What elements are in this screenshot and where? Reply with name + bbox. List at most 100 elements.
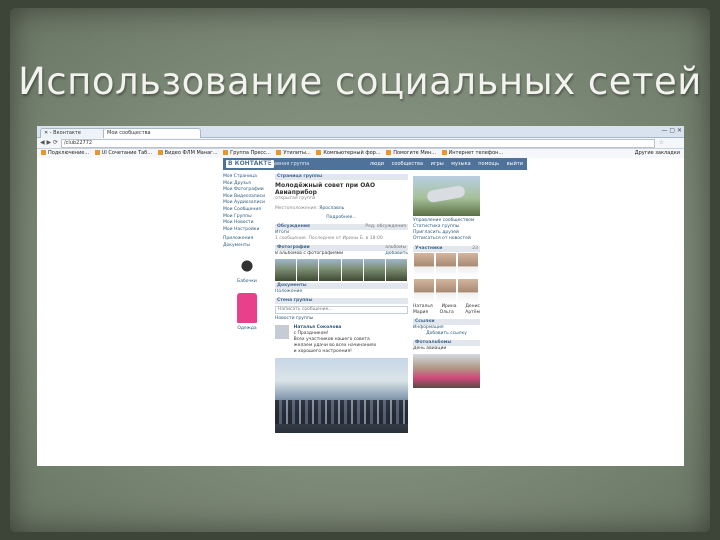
wall-header[interactable]: Стена группы (275, 298, 408, 304)
bookmark-item[interactable]: Помогите Мин... (386, 149, 436, 158)
left-nav-item[interactable]: Документы (223, 243, 271, 250)
right-link[interactable]: Отписаться от новостей (413, 236, 480, 242)
member-thumb[interactable] (414, 279, 434, 303)
photos-meta: 8 альбомов с фотографиями Добавить (275, 251, 408, 257)
group-title: Молодёжный совет при ОАО Авиаприбор (275, 182, 376, 196)
vk-menu-item[interactable]: помощь (478, 161, 499, 167)
location-label: Местоположение: (275, 206, 318, 211)
location-value[interactable]: Ярославль (319, 206, 344, 211)
photo-thumb[interactable] (319, 259, 341, 281)
bookmark-item[interactable]: Группа Пресс... (223, 149, 271, 158)
adv-block-2[interactable]: Одежда (223, 293, 271, 333)
left-nav-item[interactable]: Мои Фотографии (223, 187, 271, 194)
bookmark-icon (276, 150, 282, 155)
photo-thumb[interactable] (363, 259, 385, 281)
bookmark-item[interactable]: Видео ФЛМ Манаг... (157, 149, 218, 158)
group-subtitle: открытая группа (275, 196, 316, 201)
left-nav-item[interactable]: Моя Страница (223, 174, 271, 181)
discussions-header[interactable]: Обсуждения Ред. обсуждения (275, 224, 408, 230)
vk-left-nav: Моя Страница Мои Друзья Мои Фотографии М… (223, 174, 271, 333)
group-location: Местоположение: Ярославль (275, 206, 408, 212)
more-info-link[interactable]: Подробнее... (275, 215, 408, 221)
bookmark-item[interactable]: Ul Сочетание Таб... (94, 149, 152, 158)
vk-menu-item[interactable]: выйти (507, 161, 523, 167)
discussions-edit-link[interactable]: Ред. обсуждения (365, 224, 406, 230)
star-icon[interactable]: ☆ (659, 139, 664, 146)
photo-thumb[interactable] (341, 259, 363, 281)
member-thumb[interactable] (436, 253, 456, 277)
vk-menu-item[interactable]: сообщества (392, 161, 423, 167)
member-thumb[interactable] (458, 253, 478, 277)
left-nav-item[interactable]: Мои Аудиозаписи (223, 200, 271, 207)
adv-block-1[interactable]: Бабочки (223, 255, 271, 286)
vk-header: В КОНТАКТЕ « Главная группа люди сообщес… (37, 158, 684, 170)
bookmark-item[interactable]: Компьютерный фор... (316, 149, 381, 158)
member-thumb[interactable] (458, 279, 478, 303)
bookmark-icon (441, 150, 447, 155)
tab-label: ✕ - Вконтакте (44, 130, 81, 136)
albums-link[interactable]: альбомы (385, 245, 406, 251)
members-count: 23 (472, 246, 478, 251)
document-item[interactable]: Положение (275, 289, 408, 295)
vk-main-column: Страница группы Молодёжный совет при ОАО… (275, 174, 408, 433)
discussion-meta: 1 сообщение. Последнее от Ирины Б. в 18:… (275, 236, 383, 241)
photo-thumb[interactable] (385, 259, 408, 281)
vk-menu-item[interactable]: люди (370, 161, 384, 167)
members-header[interactable]: Участники 23 (413, 246, 480, 252)
members-grid (413, 252, 480, 304)
photo-thumb[interactable] (275, 259, 297, 281)
other-bookmarks[interactable]: Другие закладки (635, 149, 680, 158)
window-controls[interactable]: — ▢ ✕ (661, 127, 682, 134)
album-cover[interactable] (413, 354, 480, 388)
wall-post: Наталья Соколова с Праздником! Всех учас… (275, 325, 408, 433)
group-photo-people (275, 400, 408, 424)
left-nav-item[interactable]: Мои Настройки (223, 227, 271, 234)
bookmark-icon (316, 150, 322, 155)
bookmark-icon (41, 150, 46, 155)
links-item[interactable]: Добавить ссылку (413, 331, 480, 337)
tab-label: Мои сообщества (107, 130, 151, 136)
bookmark-icon (223, 150, 229, 155)
bookmark-item[interactable]: Утилиты... (276, 149, 311, 158)
member-name[interactable]: Мария (413, 310, 428, 316)
photo-thumb[interactable] (297, 259, 319, 281)
airplane-image (426, 184, 466, 204)
group-avatar[interactable] (413, 176, 480, 216)
nav-buttons[interactable]: ◀ ▶ ⟳ (40, 139, 58, 146)
vk-menu-item[interactable]: игры (431, 161, 444, 167)
vk-menu-item[interactable]: музыка (451, 161, 470, 167)
avatar[interactable] (275, 325, 289, 339)
tab-my-groups[interactable]: Мои сообщества (103, 128, 201, 138)
member-name[interactable]: Артём (465, 310, 480, 316)
vk-right-column: Управление сообществом Статистика группы… (413, 174, 480, 388)
member-thumb[interactable] (436, 279, 456, 303)
documents-header[interactable]: Документы (275, 283, 408, 289)
member-thumb[interactable] (414, 253, 434, 277)
address-bar: ◀ ▶ ⟳ /club22772 ☆ (37, 138, 684, 149)
adv-caption: Одежда (237, 326, 257, 332)
left-nav-item[interactable]: Мои Сообщения (223, 207, 271, 214)
post-photo[interactable] (275, 358, 408, 433)
left-nav-item[interactable]: Мои Новости (223, 220, 271, 227)
vk-home-link[interactable]: « Главная группа (263, 158, 309, 170)
photo-strip (275, 259, 408, 281)
member-names: Мария Ольга Артём (413, 310, 480, 316)
adv-image (237, 293, 257, 324)
photos-add-link[interactable]: Добавить (385, 251, 408, 257)
adv-caption: Бабочки (237, 278, 257, 284)
links-header[interactable]: Ссылки (413, 319, 480, 325)
browser-screenshot: ✕ - Вконтакте Мои сообщества — ▢ ✕ ◀ ▶ ⟳… (37, 126, 684, 466)
post-line: и хорошего настроения! (293, 349, 352, 354)
wall-tab[interactable]: Новости группы (275, 316, 408, 322)
breadcrumb[interactable]: Страница группы (275, 174, 408, 180)
url-input[interactable]: /club22772 (61, 139, 655, 148)
albums-header[interactable]: Фотоальбомы (413, 340, 480, 346)
photos-header[interactable]: Фотографии альбомы (275, 245, 408, 251)
bookmark-item[interactable]: Подключение... (41, 149, 89, 158)
member-name[interactable]: Ольга (440, 310, 454, 316)
tab-vkontakte[interactable]: ✕ - Вконтакте (40, 128, 106, 138)
left-nav-item[interactable]: Приложения (223, 236, 271, 243)
tab-bar: ✕ - Вконтакте Мои сообщества — ▢ ✕ (37, 126, 684, 138)
wall-post-input[interactable]: Написать сообщение... (275, 306, 408, 314)
bookmark-item[interactable]: Интернет телефон... (441, 149, 503, 158)
